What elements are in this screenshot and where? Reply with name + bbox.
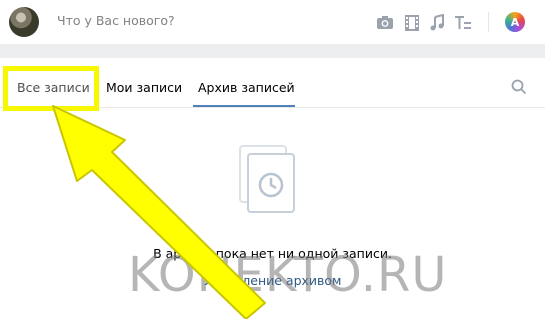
pointer-arrow-icon (52, 105, 266, 319)
